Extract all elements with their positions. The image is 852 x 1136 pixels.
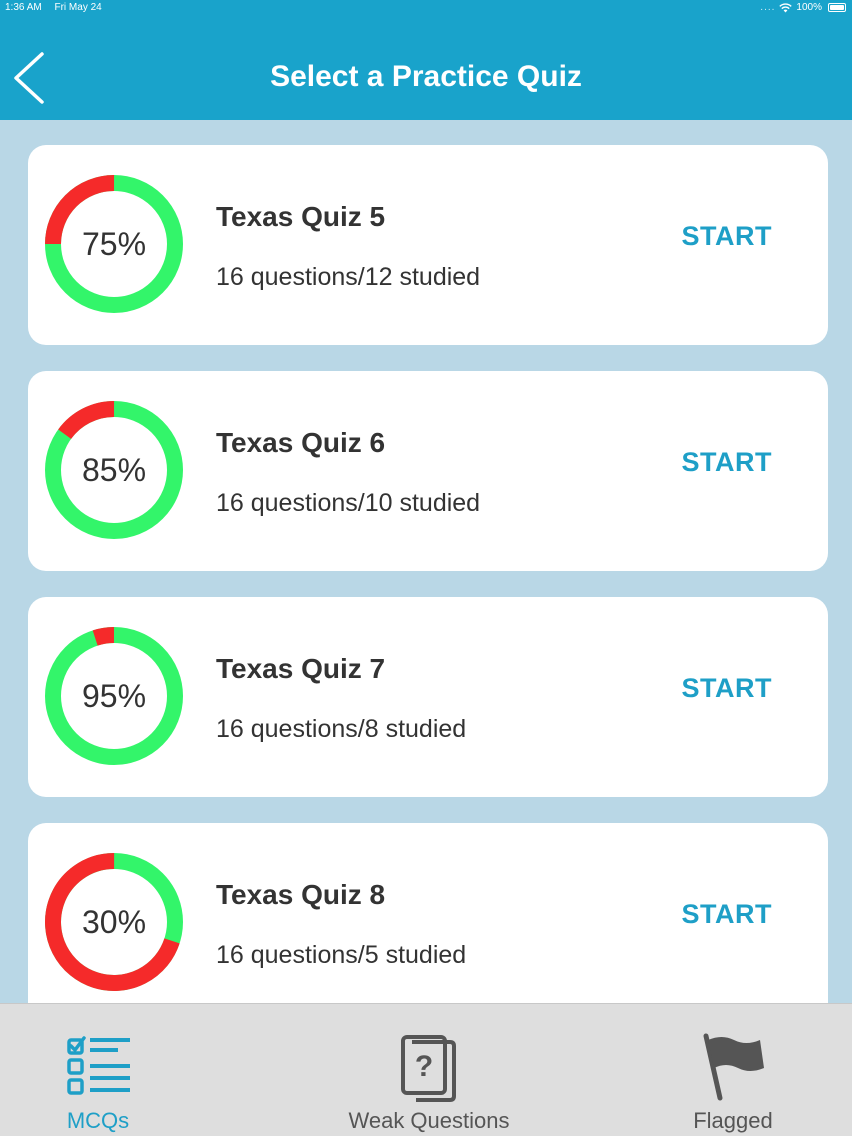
tab-flagged[interactable]: Flagged — [672, 1004, 794, 1136]
tab-weak-questions[interactable]: ? Weak Questions — [334, 1004, 524, 1136]
quiz-card[interactable]: 75% Texas Quiz 5 16 questions/12 studied… — [28, 145, 828, 345]
progress-percent: 85% — [81, 451, 147, 488]
battery-icon — [828, 3, 846, 12]
svg-text:?: ? — [415, 1050, 433, 1083]
status-bar: 1:36 AM Fri May 24 .... 100% — [0, 0, 852, 16]
quiz-title: Texas Quiz 6 — [216, 427, 386, 458]
start-button[interactable]: START — [682, 447, 773, 478]
tab-bar: MCQs ? Weak Questions Flagged — [0, 1003, 852, 1136]
tab-label: MCQs — [66, 1108, 130, 1133]
page-title: Select a Practice Quiz — [270, 60, 582, 93]
quiz-progress-text: 16 questions/12 studied — [216, 263, 481, 291]
wifi-icon — [779, 2, 793, 12]
quiz-card[interactable]: 85% Texas Quiz 6 16 questions/10 studied… — [28, 371, 828, 571]
progress-percent: 75% — [81, 225, 147, 262]
status-date: Fri May 24 — [54, 2, 102, 13]
quiz-progress-text: 16 questions/10 studied — [216, 489, 481, 517]
header-bar: 1:36 AM Fri May 24 .... 100% Select a Pr… — [0, 0, 852, 120]
quiz-progress-text: 16 questions/8 studied — [216, 715, 467, 743]
quiz-card[interactable]: 30% Texas Quiz 8 16 questions/5 studied … — [28, 823, 828, 1023]
tab-label: Flagged — [693, 1108, 773, 1133]
start-button[interactable]: START — [682, 673, 773, 704]
quiz-title: Texas Quiz 5 — [216, 201, 386, 232]
question-card-icon: ? — [401, 1035, 456, 1102]
progress-percent: 95% — [81, 677, 147, 714]
quiz-progress-text: 16 questions/5 studied — [216, 941, 467, 969]
signal-dots: .... — [760, 2, 776, 13]
quiz-title: Texas Quiz 8 — [216, 879, 386, 910]
quiz-card[interactable]: 95% Texas Quiz 7 16 questions/8 studied … — [28, 597, 828, 797]
progress-percent: 30% — [81, 903, 147, 940]
checklist-icon — [67, 1036, 130, 1095]
status-time: 1:36 AM — [5, 2, 42, 13]
battery-percent: 100% — [796, 2, 822, 13]
start-button[interactable]: START — [682, 221, 773, 252]
flag-icon — [703, 1033, 764, 1101]
tab-mcqs[interactable]: MCQs — [28, 1004, 168, 1136]
start-button[interactable]: START — [682, 899, 773, 930]
tab-label: Weak Questions — [348, 1108, 510, 1133]
quiz-title: Texas Quiz 7 — [216, 653, 386, 684]
